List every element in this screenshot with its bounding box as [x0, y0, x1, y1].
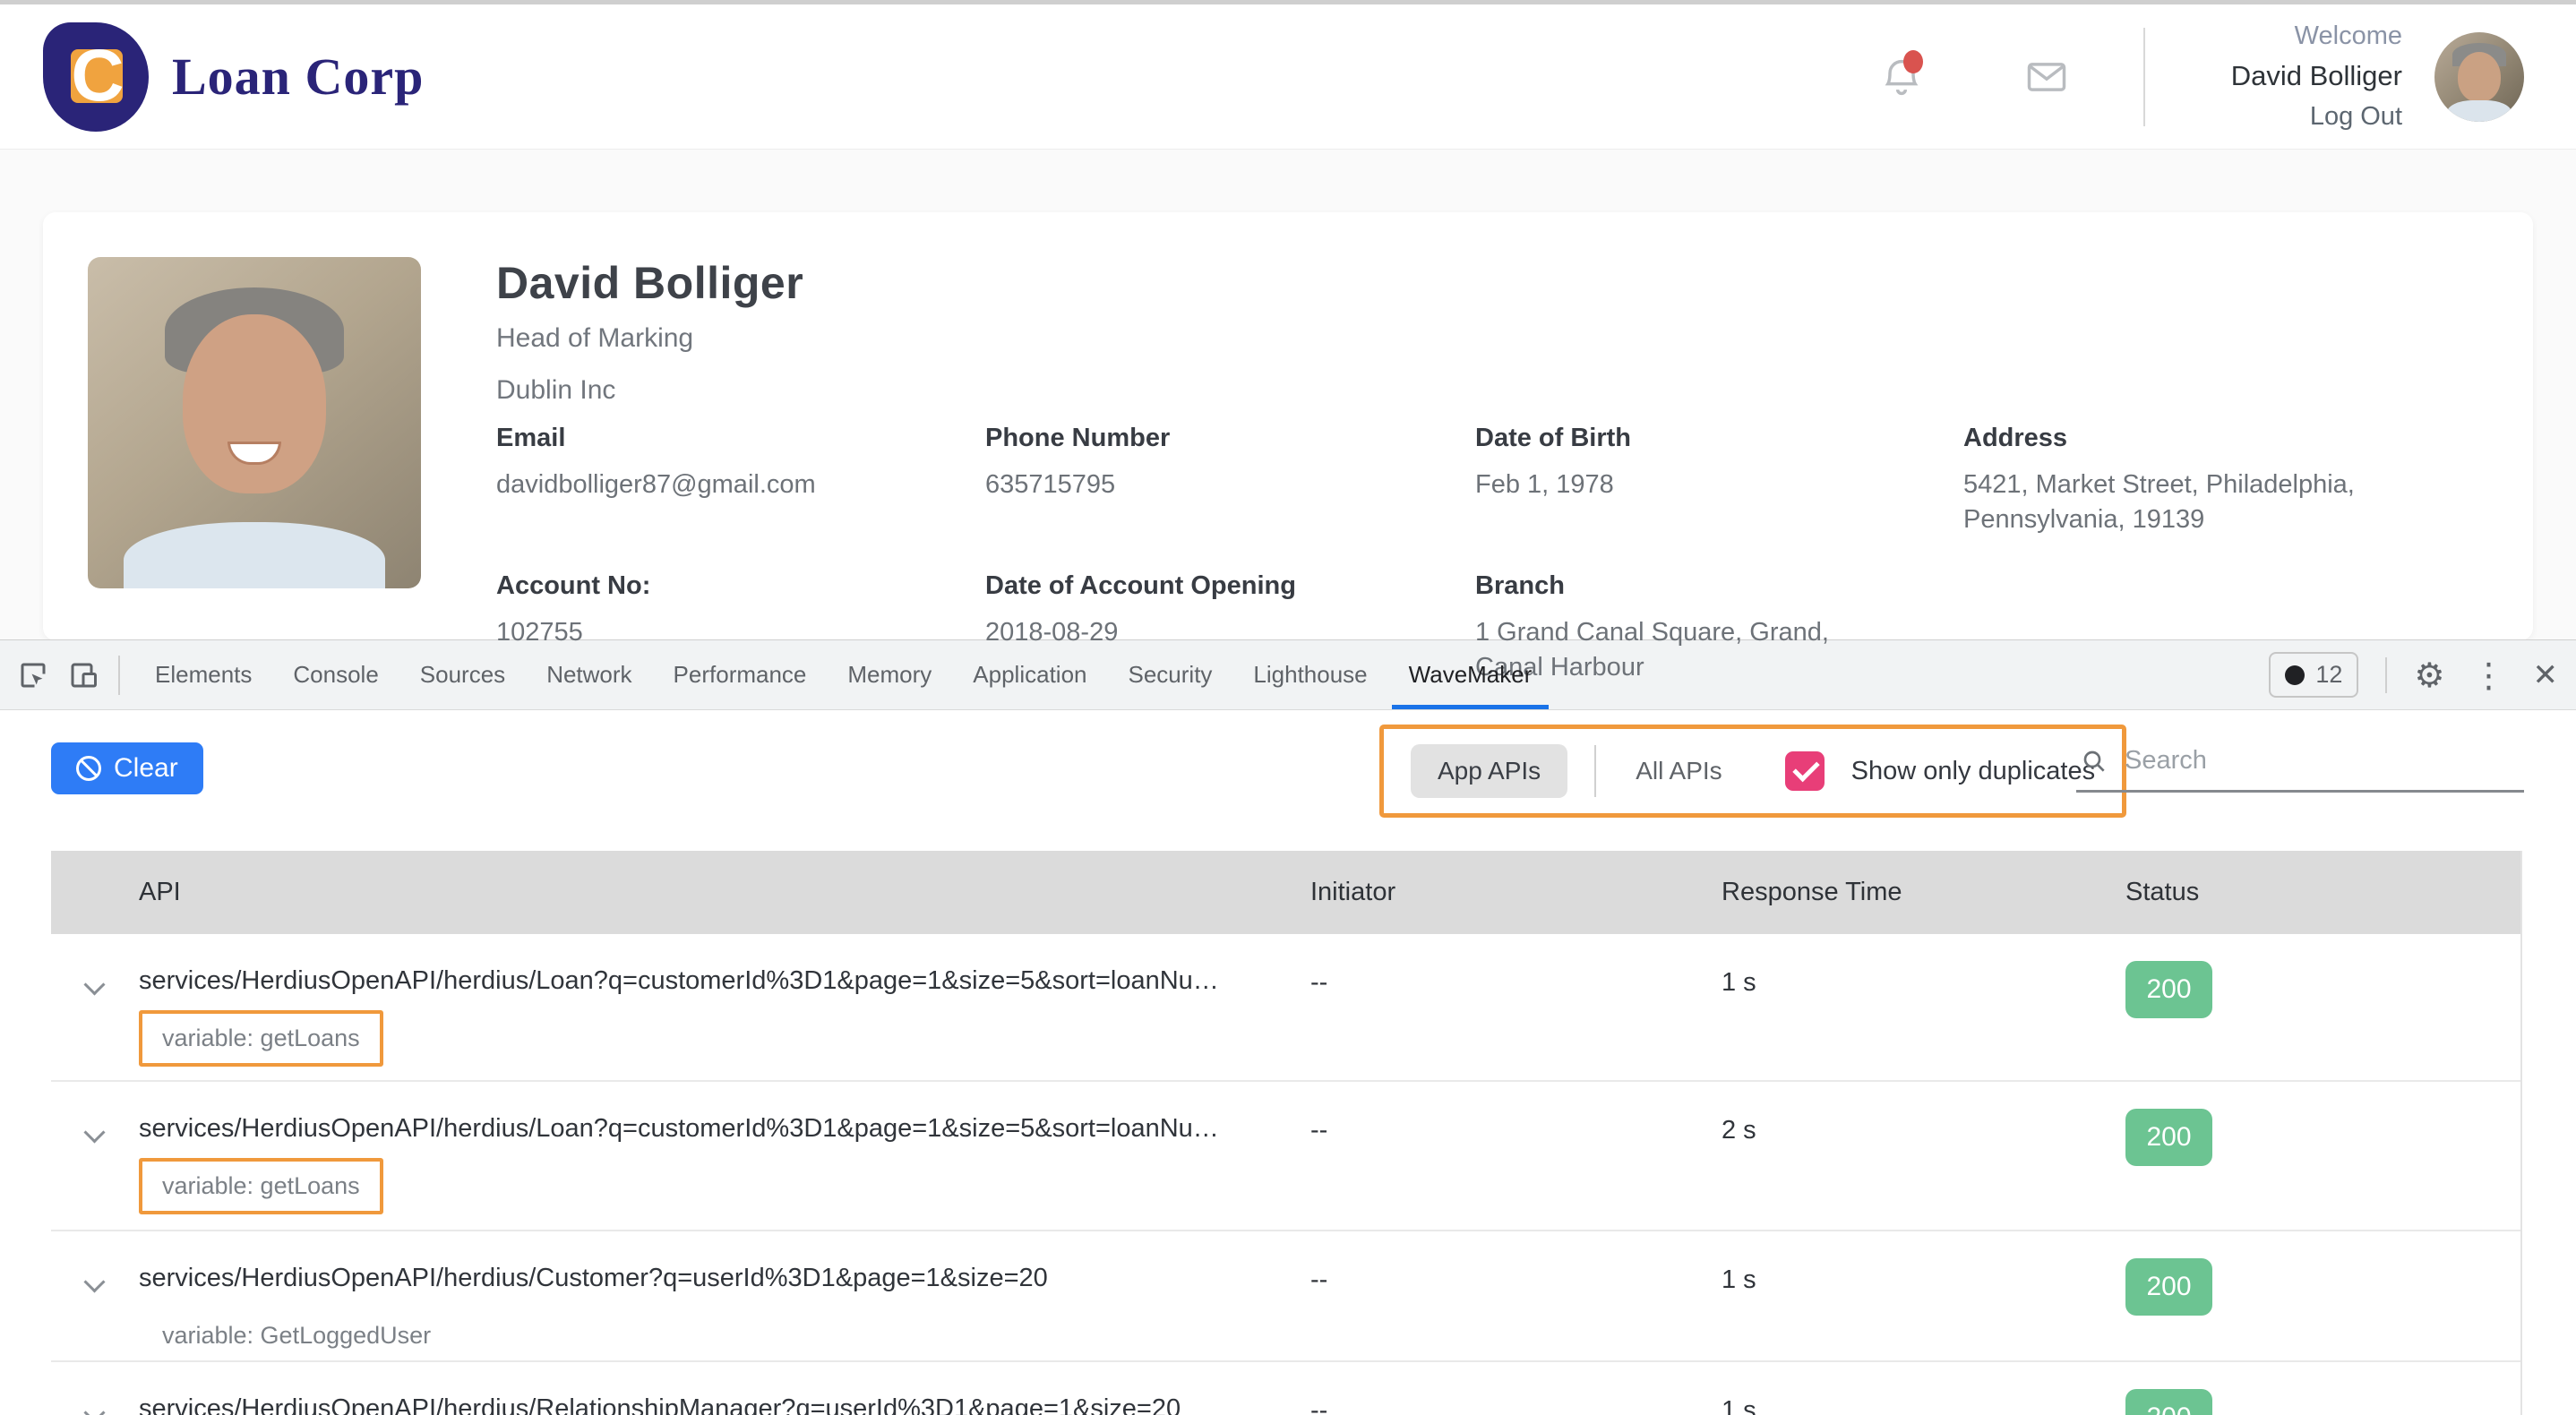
field-phone: Phone Number 635715795 [985, 424, 1475, 537]
close-devtools-icon[interactable]: ✕ [2533, 660, 2559, 690]
col-api: API [51, 878, 1310, 907]
notifications-bell-icon[interactable] [1878, 54, 1925, 100]
api-table: API Initiator Response Time Status servi… [51, 851, 2522, 1415]
profile-info: David Bolliger Head of Marking Dublin In… [496, 257, 2488, 596]
ban-icon [76, 756, 101, 781]
api-url: services/HerdiusOpenAPI/herdius/Loan?q=c… [139, 1114, 1310, 1144]
table-row: services/HerdiusOpenAPI/herdius/Relation… [51, 1362, 2520, 1415]
kebab-menu-icon[interactable]: ⋮ [2472, 658, 2506, 692]
chevron-down-icon[interactable] [87, 1273, 105, 1291]
profile-title: Head of Marking [496, 323, 2488, 354]
logout-link[interactable]: Log Out [2231, 98, 2402, 137]
tab-console[interactable]: Console [272, 640, 399, 709]
tab-wavemaker[interactable]: WaveMaker [1388, 640, 1553, 709]
welcome-block: Welcome David Bolliger Log Out [2231, 17, 2402, 137]
response-time-value: 1 s [1722, 1231, 2125, 1295]
devtools-right-controls: 12 ⚙ ⋮ ✕ [2269, 652, 2558, 698]
api-table-header: API Initiator Response Time Status [51, 851, 2520, 934]
profile-area: David Bolliger Head of Marking Dublin In… [0, 150, 2576, 639]
profile-photo [88, 257, 421, 588]
tab-network[interactable]: Network [526, 640, 652, 709]
api-url: services/HerdiusOpenAPI/herdius/Loan?q=c… [139, 966, 1310, 996]
profile-name: David Bolliger [496, 257, 2488, 309]
loan-corp-logo-icon: C [43, 22, 149, 132]
app-apis-toggle[interactable]: App APIs [1411, 744, 1567, 798]
tab-memory[interactable]: Memory [827, 640, 952, 709]
tab-performance[interactable]: Performance [653, 640, 828, 709]
show-only-duplicates-label: Show only duplicates [1851, 757, 2095, 786]
header-divider [2143, 28, 2145, 126]
search-icon [2080, 747, 2108, 776]
response-time-value: 1 s [1722, 934, 2125, 998]
clear-button[interactable]: Clear [51, 742, 203, 794]
initiator-value: -- [1310, 1082, 1722, 1145]
status-badge: 200 [2125, 961, 2212, 1018]
table-row: services/HerdiusOpenAPI/herdius/Customer… [51, 1231, 2520, 1362]
welcome-label: Welcome [2231, 17, 2402, 56]
chevron-down-icon[interactable] [87, 1403, 105, 1415]
chevron-down-icon[interactable] [87, 975, 105, 993]
issues-dot-icon [2285, 665, 2305, 685]
devtools-separator [118, 656, 120, 695]
initiator-value: -- [1310, 934, 1722, 998]
api-url: services/HerdiusOpenAPI/herdius/Customer… [139, 1264, 1310, 1293]
inspect-element-icon[interactable] [14, 656, 52, 694]
logo[interactable]: C Loan Corp [43, 22, 424, 132]
tab-lighthouse[interactable]: Lighthouse [1232, 640, 1387, 709]
issues-count-badge[interactable]: 12 [2269, 652, 2358, 698]
settings-gear-icon[interactable]: ⚙ [2414, 658, 2444, 692]
messages-mail-icon[interactable] [2023, 54, 2070, 100]
tab-sources[interactable]: Sources [399, 640, 526, 709]
col-response-time: Response Time [1722, 878, 2125, 907]
logo-text: Loan Corp [172, 47, 424, 107]
tab-application[interactable]: Application [952, 640, 1107, 709]
profile-company: Dublin Inc [496, 375, 2488, 406]
search-input[interactable] [2125, 746, 2520, 776]
device-toolbar-icon[interactable] [64, 656, 102, 694]
response-time-value: 2 s [1722, 1082, 2125, 1145]
initiator-value: -- [1310, 1362, 1722, 1415]
col-status: Status [2125, 878, 2520, 907]
field-email: Email davidbolliger87@gmail.com [496, 424, 985, 537]
status-badge: 200 [2125, 1109, 2212, 1166]
variable-label: variable: GetLoggedUser [139, 1308, 454, 1364]
status-badge: 200 [2125, 1258, 2212, 1316]
initiator-value: -- [1310, 1231, 1722, 1295]
response-time-value: 1 s [1722, 1362, 2125, 1415]
app-header: C Loan Corp Welcome David Boll [0, 4, 2576, 150]
tab-security[interactable]: Security [1108, 640, 1233, 709]
chevron-down-icon[interactable] [87, 1123, 105, 1141]
screen: C Loan Corp Welcome David Boll [0, 0, 2576, 1415]
devtools-tabs: Elements Console Sources Network Perform… [134, 640, 1552, 709]
profile-card: David Bolliger Head of Marking Dublin In… [43, 212, 2533, 640]
tab-elements[interactable]: Elements [134, 640, 272, 709]
col-initiator: Initiator [1310, 878, 1722, 907]
notification-badge-dot [1903, 50, 1923, 73]
table-row: services/HerdiusOpenAPI/herdius/Loan?q=c… [51, 934, 2520, 1082]
api-url: services/HerdiusOpenAPI/herdius/Relation… [139, 1394, 1310, 1415]
api-filter-highlight-group: App APIs All APIs Show only duplicates [1379, 725, 2126, 818]
header-avatar[interactable] [2434, 32, 2524, 122]
wavemaker-panel: Clear App APIs All APIs Show only duplic… [0, 710, 2576, 1415]
search-box [2076, 737, 2524, 793]
variable-label-highlighted: variable: getLoans [139, 1158, 383, 1214]
header-right: Welcome David Bolliger Log Out [1878, 17, 2524, 137]
show-only-duplicates-checkbox[interactable] [1785, 751, 1825, 791]
status-badge: 200 [2125, 1389, 2212, 1415]
table-row: services/HerdiusOpenAPI/herdius/Loan?q=c… [51, 1082, 2520, 1231]
field-address: Address 5421, Market Street, Philadelphi… [1963, 424, 2488, 537]
header-user-name: David Bolliger [2231, 56, 2402, 98]
variable-label-highlighted: variable: getLoans [139, 1010, 383, 1067]
all-apis-toggle[interactable]: All APIs [1623, 757, 1734, 785]
field-dob: Date of Birth Feb 1, 1978 [1475, 424, 1963, 537]
